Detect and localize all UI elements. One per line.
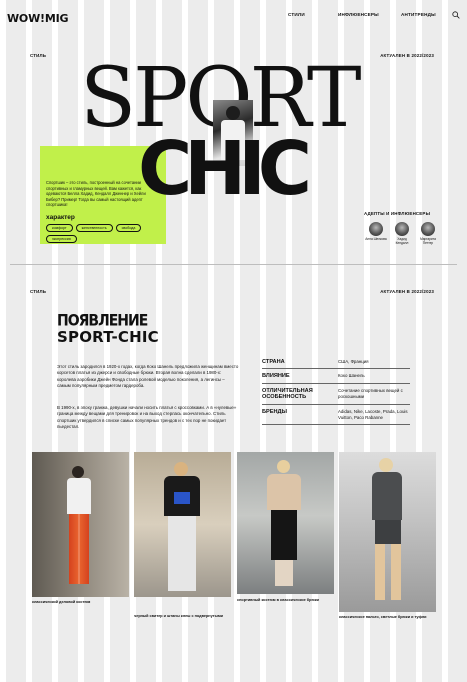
- avatar: [421, 222, 435, 236]
- section-relevance-label: АКТУАЛЕН В 2022/2023: [380, 289, 434, 294]
- section-heading-line1: ПОЯВЛЕНИЕ: [57, 311, 148, 331]
- search-icon[interactable]: [452, 11, 460, 19]
- influencers-heading: АДЕПТЫ И ИНФЛЮЕНСЕРЫ: [364, 211, 431, 216]
- tag-chip[interactable]: женственность: [75, 224, 113, 232]
- fact-row: БРЕНДЫ Adidas, Nike, Lacoste, Prada, Lou…: [262, 405, 410, 425]
- hero-description: Спортшик – это стиль, построенный на соч…: [46, 180, 146, 208]
- fact-value: Adidas, Nike, Lacoste, Prada, Louis Vuit…: [338, 408, 408, 420]
- influencer-item[interactable]: Маргарита Петтер: [420, 222, 436, 246]
- influencer-name: Хадид Кендалл: [395, 237, 409, 245]
- influencer-name: Анна Шелкова: [365, 237, 387, 241]
- photo-caption-3: спортивный костюм в классические брюки: [237, 598, 319, 602]
- tag-chip[interactable]: свобода: [115, 224, 142, 232]
- outfit-photo-3[interactable]: [237, 452, 334, 594]
- nav-link-antitrends[interactable]: АНТИТРЕНДЫ: [401, 12, 436, 17]
- avatar: [395, 222, 409, 236]
- site-logo[interactable]: WOW!MIG: [7, 12, 69, 25]
- section-category-label: СТИЛЬ: [30, 289, 47, 294]
- hero-title-chic: CHIC: [138, 126, 312, 212]
- fact-key: БРЕНДЫ: [262, 408, 287, 415]
- avatar: [369, 222, 383, 236]
- fact-row: СТРАНА США, Франция: [262, 355, 410, 370]
- nav-link-influencers[interactable]: ИНФЛЮЕНСЕРЫ: [338, 12, 379, 17]
- style-facts-table: СТРАНА США, Франция ВЛИЯНИЕ Коко Шанель …: [262, 355, 410, 425]
- fact-value: Коко Шанель: [338, 373, 365, 379]
- outfit-photo-4[interactable]: [339, 452, 436, 612]
- character-tags: комфорт женственность свобода экспрессия: [46, 224, 156, 243]
- fact-key: ВЛИЯНИЕ: [262, 373, 290, 380]
- character-heading: характер: [46, 214, 75, 221]
- section-divider: [10, 264, 457, 265]
- fact-row: ОТЛИЧИТЕЛЬНАЯ ОСОБЕННОСТЬ Сочетание спор…: [262, 384, 410, 405]
- fact-key: ОТЛИЧИТЕЛЬНАЯ ОСОБЕННОСТЬ: [262, 387, 313, 401]
- hero-relevance-label: АКТУАЛЕН В 2022/2023: [380, 53, 434, 58]
- photo-caption-2: черный свитер и штаны клеш с подвернутым…: [134, 614, 223, 618]
- influencers-list: Анна Шелкова Хадид Кендалл Маргарита Пет…: [365, 222, 436, 246]
- fact-value: США, Франция: [338, 359, 369, 364]
- fact-row: ВЛИЯНИЕ Коко Шанель: [262, 369, 410, 384]
- nav-link-styles[interactable]: СТИЛИ: [288, 12, 305, 17]
- outfit-photo-2[interactable]: [134, 452, 231, 597]
- fact-value: Сочетание спортивных вещей с роскошными: [338, 387, 403, 399]
- influencer-name: Маргарита Петтер: [420, 237, 436, 245]
- influencer-item[interactable]: Анна Шелкова: [365, 222, 387, 246]
- history-paragraph-1: Этот стиль зародился в 1920-х годах, ког…: [57, 364, 239, 389]
- history-paragraph-2: В 1990-х, в эпоху гранжа, девушки начали…: [57, 405, 237, 430]
- section-heading-line2: SPORT-CHIC: [57, 328, 159, 346]
- photo-caption-1: классический деловой костюм: [32, 600, 91, 604]
- influencer-item[interactable]: Хадид Кендалл: [394, 222, 410, 246]
- fact-key: СТРАНА: [262, 359, 285, 365]
- tag-chip[interactable]: экспрессия: [46, 235, 77, 243]
- outfit-photo-1[interactable]: [32, 452, 129, 597]
- tag-chip[interactable]: комфорт: [46, 224, 73, 232]
- photo-caption-4: классическое пальто, светлые брюки и туф…: [339, 615, 427, 619]
- hero-category-label: СТИЛЬ: [30, 53, 47, 58]
